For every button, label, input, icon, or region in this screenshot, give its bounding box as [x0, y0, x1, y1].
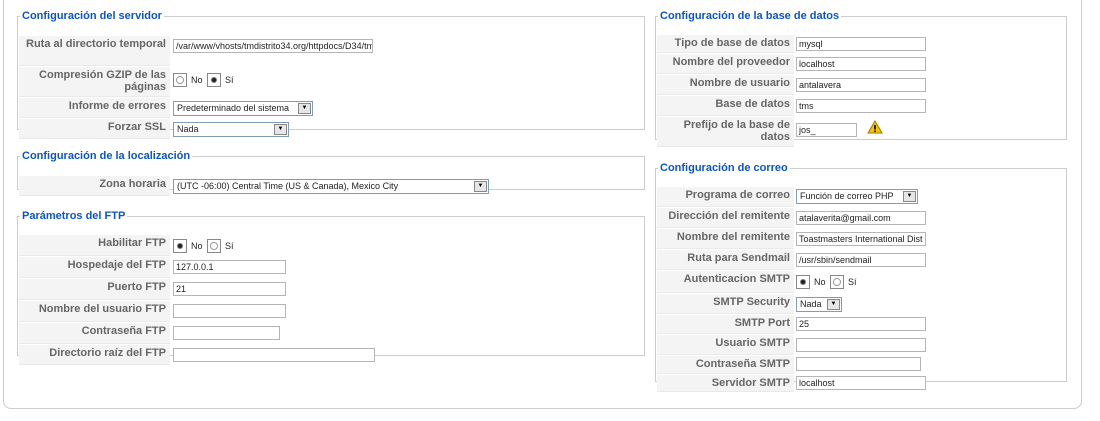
temp-path-label: Ruta al directorio temporal: [19, 36, 170, 66]
db-legend: Configuración de la base de datos: [660, 10, 840, 22]
timezone-select[interactable]: (UTC -06:00) Central Time (US & Canada),…: [173, 179, 489, 194]
sendmail-path-label: Ruta para Sendmail: [657, 250, 794, 270]
ftp-host-input[interactable]: 127.0.0.1: [173, 260, 286, 274]
mail-legend: Configuración de correo: [660, 162, 788, 174]
smtp-auth-si-label: Sí: [848, 277, 857, 287]
gzip-no-label: No: [191, 75, 203, 85]
db-prefix-label: Prefijo de la base de datos: [657, 117, 794, 147]
db-host-input[interactable]: localhost: [796, 57, 926, 71]
server-legend: Configuración del servidor: [22, 10, 162, 22]
chevron-down-icon: ▼: [474, 181, 487, 192]
sendmail-path-input[interactable]: /usr/sbin/sendmail: [796, 253, 926, 267]
force-ssl-select[interactable]: Nada ▼: [173, 122, 289, 137]
ftp-root-label: Directorio raíz del FTP: [19, 345, 170, 365]
smtp-pass-input[interactable]: [796, 357, 921, 371]
error-report-value: Predeterminado del sistema: [177, 103, 290, 113]
ftp-no-radio[interactable]: [173, 239, 187, 253]
gzip-si-label: Sí: [225, 75, 234, 85]
timezone-value: (UTC -06:00) Central Time (US & Canada),…: [177, 181, 399, 191]
ftp-pass-label: Contraseña FTP: [19, 323, 170, 344]
chevron-down-icon: ▼: [274, 124, 287, 135]
config-panel: Configuración del servidor Ruta al direc…: [3, 0, 1082, 409]
gzip-label: Compresión GZIP de las páginas: [19, 67, 170, 97]
error-report-select[interactable]: Predeterminado del sistema ▼: [173, 101, 313, 116]
ftp-host-label: Hospedaje del FTP: [19, 257, 170, 278]
mail-fromname-input[interactable]: Toastmasters International Dist: [796, 232, 926, 246]
gzip-no-radio[interactable]: [173, 73, 187, 87]
ftp-si-label: Sí: [225, 241, 234, 251]
smtp-auth-no-radio[interactable]: [796, 275, 810, 289]
ftp-port-input[interactable]: 21: [173, 282, 286, 296]
smtp-host-input[interactable]: localhost: [796, 376, 926, 390]
mail-program-select[interactable]: Función de correo PHP ▼: [796, 189, 918, 204]
temp-path-input[interactable]: /var/www/vhosts/tmdistrito34.org/httpdoc…: [173, 39, 373, 53]
smtp-security-label: SMTP Security: [657, 294, 794, 314]
db-prefix-input[interactable]: jos_: [796, 123, 857, 137]
smtp-port-label: SMTP Port: [657, 315, 794, 334]
db-name-input[interactable]: tms: [796, 99, 926, 113]
db-host-label: Nombre del proveedor: [657, 54, 794, 74]
mail-from-label: Dirección del remitente: [657, 208, 794, 228]
smtp-host-label: Servidor SMTP: [657, 375, 794, 392]
ftp-port-label: Puerto FTP: [19, 279, 170, 300]
gzip-si-radio[interactable]: [207, 73, 222, 87]
db-type-label: Tipo de base de datos: [657, 35, 794, 53]
mail-program-value: Función de correo PHP: [800, 191, 894, 201]
ftp-root-input[interactable]: [173, 348, 375, 362]
mail-from-input[interactable]: atalaverita@gmail.com: [796, 211, 926, 225]
locale-legend: Configuración de la localización: [22, 150, 191, 162]
smtp-auth-si-radio[interactable]: [830, 275, 845, 289]
ftp-legend: Parámetros del FTP: [22, 210, 126, 222]
smtp-auth-no-label: No: [814, 277, 826, 287]
smtp-user-label: Usuario SMTP: [657, 335, 794, 355]
db-type-input[interactable]: mysql: [796, 37, 926, 51]
server-fieldset: Configuración del servidor Ruta al direc…: [17, 10, 645, 139]
ftp-pass-input[interactable]: [173, 326, 280, 340]
db-name-label: Base de datos: [657, 96, 794, 116]
enable-ftp-label: Habilitar FTP: [19, 235, 170, 256]
chevron-down-icon: ▼: [903, 191, 916, 202]
smtp-security-value: Nada: [800, 299, 822, 309]
timezone-label: Zona horaria: [19, 176, 170, 196]
chevron-down-icon: ▼: [827, 299, 840, 310]
force-ssl-label: Forzar SSL: [19, 119, 170, 139]
chevron-down-icon: ▼: [298, 103, 311, 114]
ftp-user-input[interactable]: [173, 304, 286, 318]
db-fieldset: Configuración de la base de datos Tipo d…: [655, 10, 1067, 147]
smtp-pass-label: Contraseña SMTP: [657, 356, 794, 374]
ftp-no-label: No: [191, 241, 203, 251]
ftp-user-label: Nombre del usuario FTP: [19, 301, 170, 322]
locale-fieldset: Configuración de la localización Zona ho…: [17, 150, 645, 196]
smtp-user-input[interactable]: [796, 338, 926, 352]
smtp-security-select[interactable]: Nada ▼: [796, 297, 842, 312]
db-user-label: Nombre de usuario: [657, 75, 794, 95]
force-ssl-value: Nada: [177, 124, 199, 134]
ftp-si-radio[interactable]: [207, 239, 222, 253]
db-user-input[interactable]: antalavera: [796, 78, 926, 92]
ftp-fieldset: Parámetros del FTP Habilitar FTP No Sí H…: [17, 210, 645, 365]
mail-fromname-label: Nombre del remitente: [657, 229, 794, 249]
mail-program-label: Programa de correo: [657, 187, 794, 207]
smtp-auth-label: Autenticacion SMTP: [657, 271, 794, 293]
smtp-port-input[interactable]: 25: [796, 317, 926, 331]
mail-fieldset: Configuración de correo Programa de corr…: [655, 162, 1067, 392]
error-report-label: Informe de errores: [19, 98, 170, 118]
warning-triangle-icon: [867, 120, 883, 134]
